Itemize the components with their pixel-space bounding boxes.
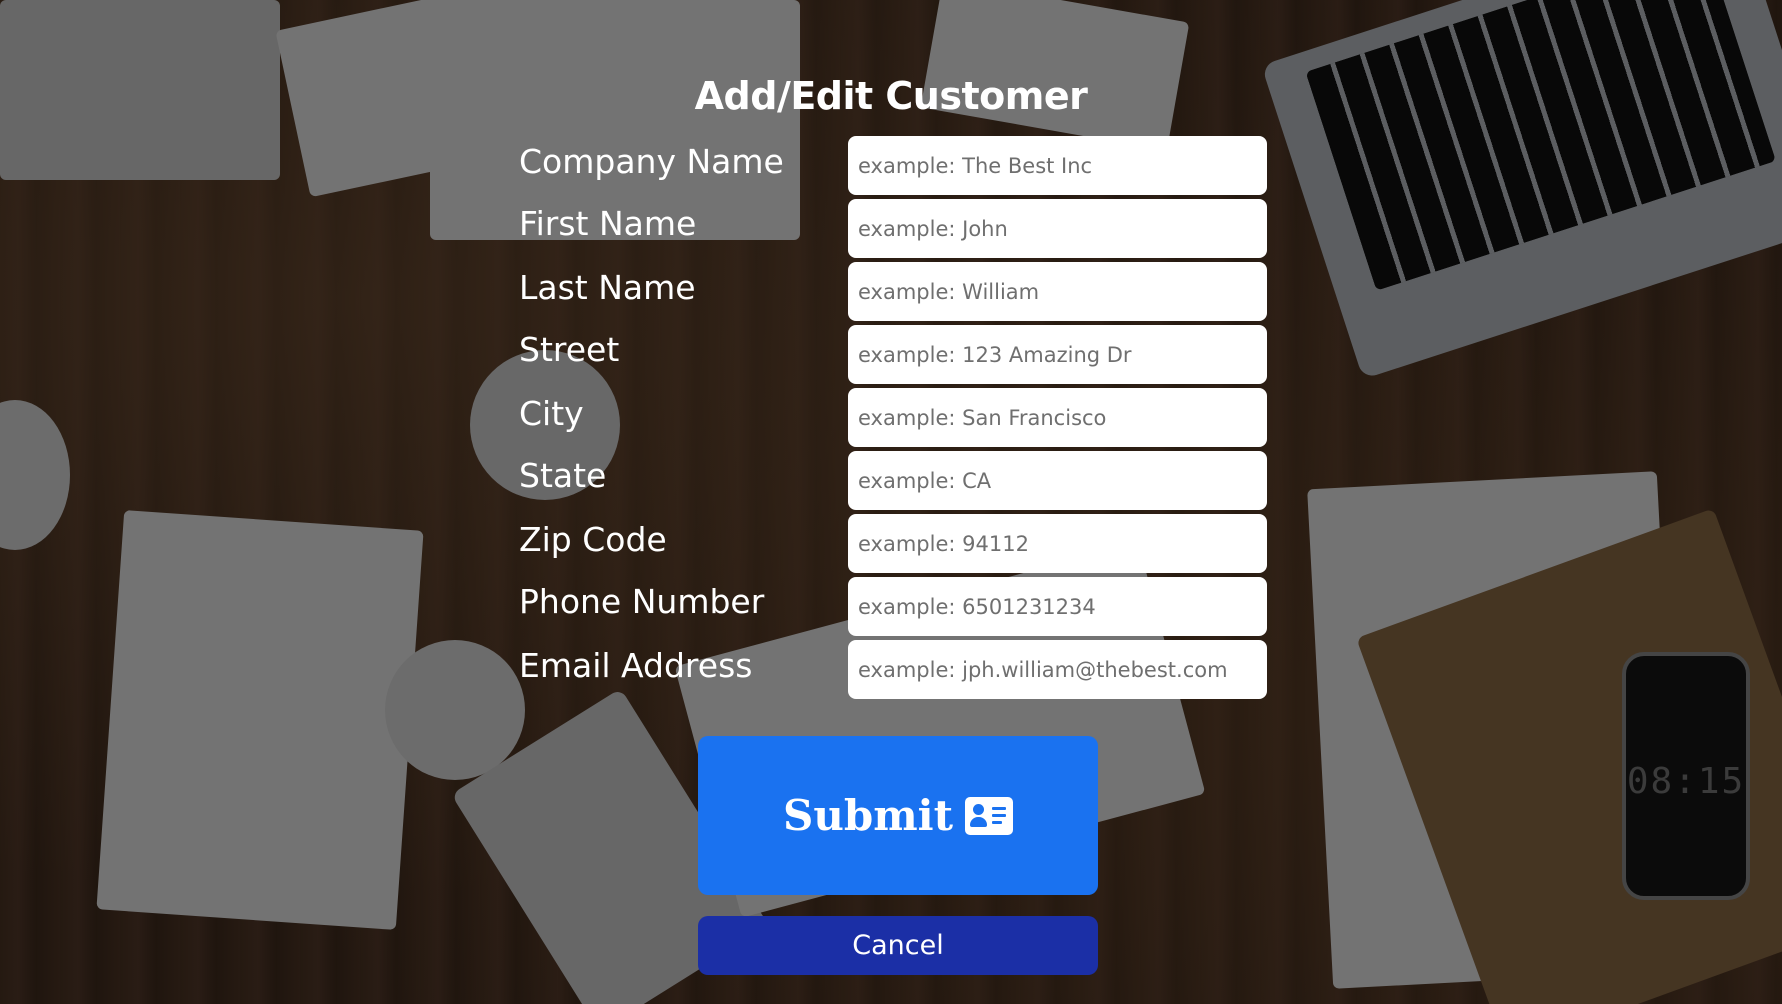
state-label: State: [519, 456, 607, 495]
zip-code-label: Zip Code: [519, 520, 667, 559]
first-name-input[interactable]: [848, 199, 1267, 258]
submit-label: Submit: [782, 791, 954, 840]
page-title: Add/Edit Customer: [694, 74, 1088, 118]
submit-button[interactable]: Submit: [698, 736, 1098, 895]
phone-number-input[interactable]: [848, 577, 1267, 636]
last-name-label: Last Name: [519, 268, 696, 307]
zip-code-input[interactable]: [848, 514, 1267, 573]
street-input[interactable]: [848, 325, 1267, 384]
email-address-input[interactable]: [848, 640, 1267, 699]
contact-card-icon: [965, 796, 1014, 835]
last-name-input[interactable]: [848, 262, 1267, 321]
company-name-label: Company Name: [519, 142, 784, 181]
street-label: Street: [519, 330, 620, 369]
company-name-input[interactable]: [848, 136, 1267, 195]
email-address-label: Email Address: [519, 646, 753, 685]
cancel-button[interactable]: Cancel: [698, 916, 1098, 975]
city-input[interactable]: [848, 388, 1267, 447]
phone-number-label: Phone Number: [519, 582, 765, 621]
state-input[interactable]: [848, 451, 1267, 510]
city-label: City: [519, 394, 584, 433]
first-name-label: First Name: [519, 204, 697, 243]
